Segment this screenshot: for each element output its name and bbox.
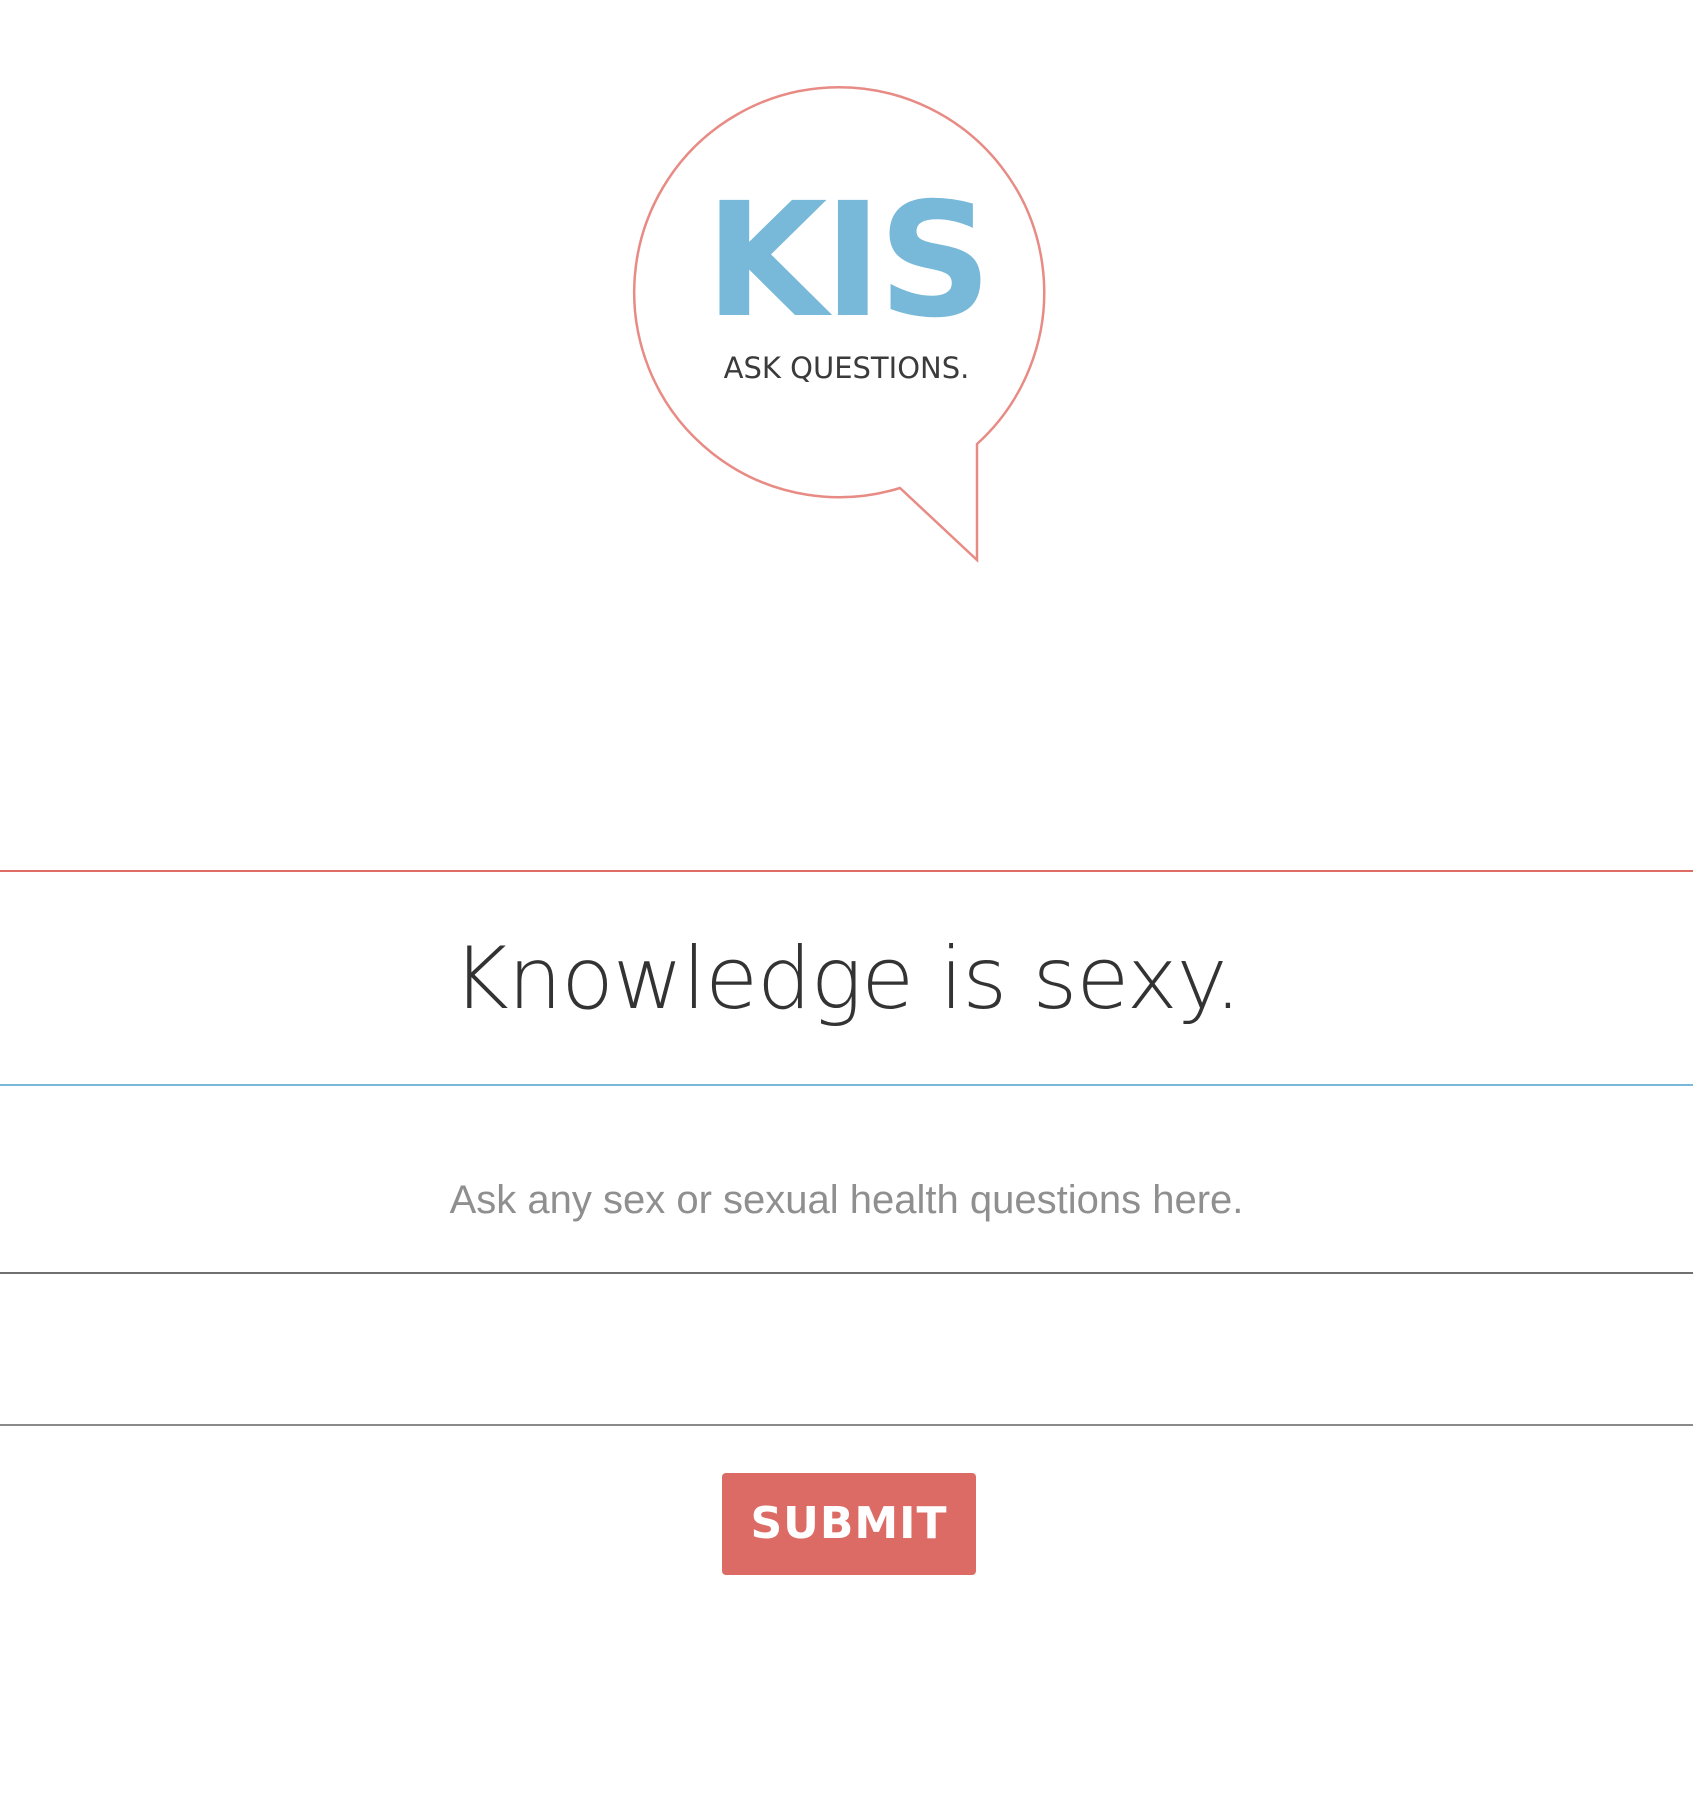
bottom-divider bbox=[0, 1084, 1693, 1086]
question-input[interactable] bbox=[0, 1128, 1693, 1274]
logo-text: KIS bbox=[704, 169, 992, 353]
logo: KIS ASK QUESTIONS. bbox=[0, 0, 1693, 600]
top-divider bbox=[0, 870, 1693, 872]
logo-tagline: ASK QUESTIONS. bbox=[723, 351, 970, 385]
page-title: Knowledge is sexy. bbox=[452, 929, 1241, 1029]
submit-button[interactable]: SUBMIT bbox=[722, 1473, 976, 1575]
question-detail-area[interactable] bbox=[0, 1274, 1693, 1426]
